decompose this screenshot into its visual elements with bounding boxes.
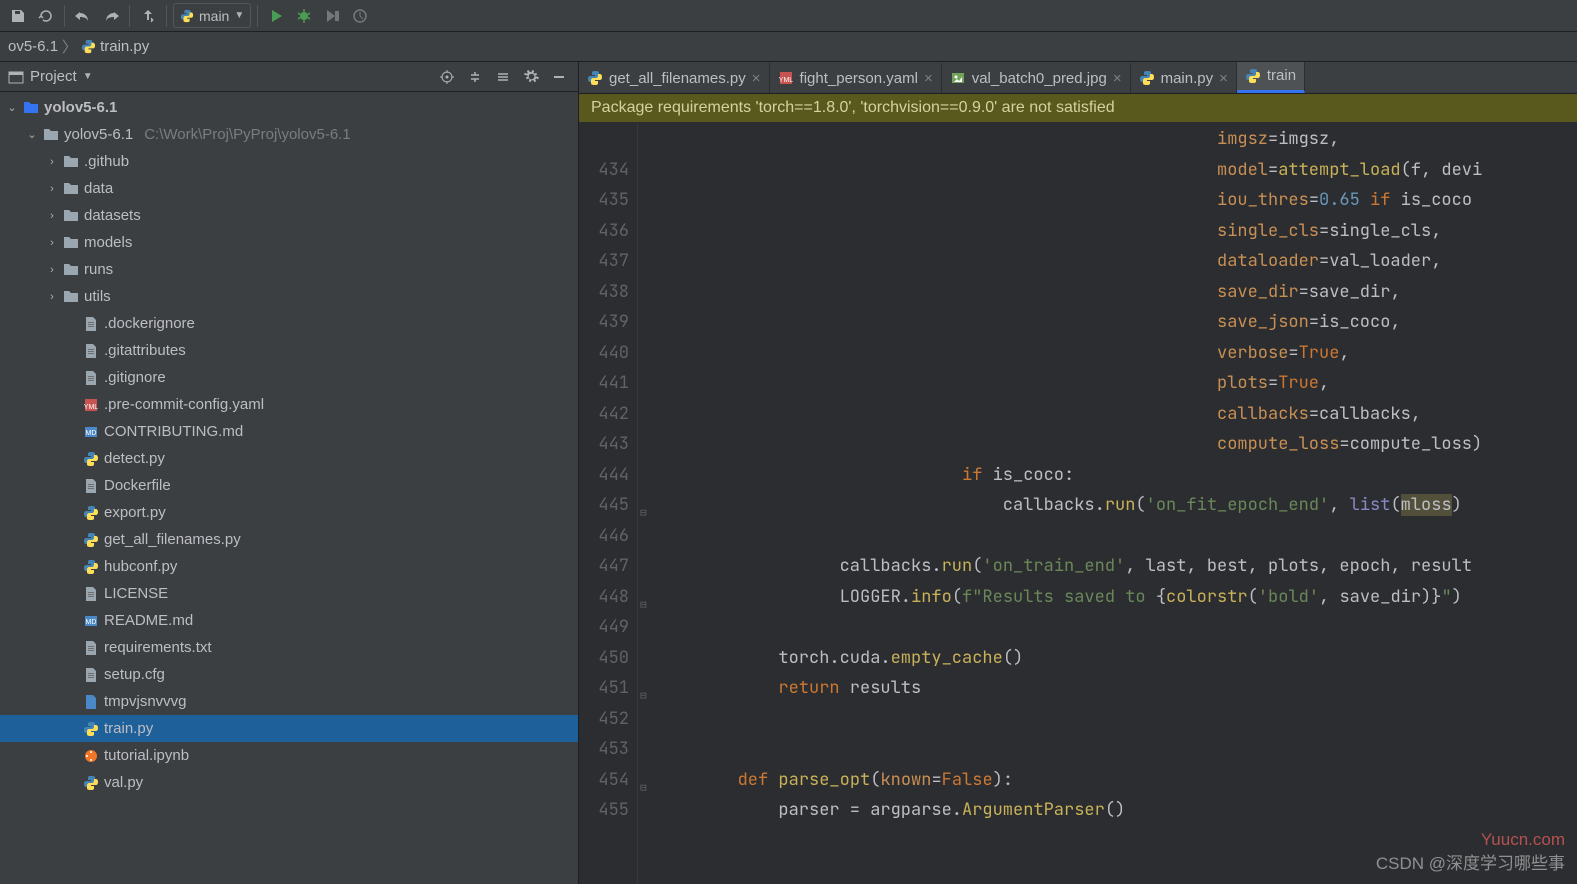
refresh-icon[interactable] [34, 4, 58, 28]
editor-tab[interactable]: val_batch0_pred.jpg× [942, 63, 1131, 93]
tree-node[interactable]: ›.github [0, 148, 578, 175]
vcs-checkout-icon[interactable] [136, 4, 160, 28]
close-icon[interactable]: × [752, 70, 761, 87]
tree-node[interactable]: train.py [0, 715, 578, 742]
run-coverage-icon[interactable] [320, 4, 344, 28]
chevron-right-icon: 〉 [62, 36, 77, 57]
tree-node[interactable]: ⌄yolov5-6.1 [0, 94, 578, 121]
locate-icon[interactable] [436, 66, 458, 88]
navigation-bar: ov5-6.1 〉 train.py [0, 32, 1577, 62]
editor-tab[interactable]: YMLfight_person.yaml× [770, 63, 942, 93]
gear-icon[interactable] [520, 66, 542, 88]
tree-node[interactable]: LICENSE [0, 580, 578, 607]
tree-node[interactable]: MDREADME.md [0, 607, 578, 634]
fold-marker[interactable]: ⊟ [640, 590, 647, 621]
tree-node[interactable]: detect.py [0, 445, 578, 472]
project-tree[interactable]: ⌄yolov5-6.1⌄yolov5-6.1C:\Work\Proj\PyPro… [0, 92, 578, 884]
run-config-name: main [199, 8, 229, 24]
watermark-top: Yuucn.com [1481, 830, 1565, 850]
editor-tab[interactable]: train [1237, 62, 1305, 93]
tree-node[interactable]: ›models [0, 229, 578, 256]
editor-tabs: get_all_filenames.py×YMLfight_person.yam… [579, 62, 1577, 94]
close-icon[interactable]: × [1113, 70, 1122, 87]
fold-marker[interactable]: ⊟ [640, 681, 647, 712]
chevron-down-icon[interactable]: ▼ [83, 71, 93, 82]
tree-node[interactable]: ›runs [0, 256, 578, 283]
tree-node[interactable]: setup.cfg [0, 661, 578, 688]
save-icon[interactable] [6, 4, 30, 28]
tree-node[interactable]: get_all_filenames.py [0, 526, 578, 553]
tree-node[interactable]: ›utils [0, 283, 578, 310]
tree-node[interactable]: requirements.txt [0, 634, 578, 661]
hide-icon[interactable] [548, 66, 570, 88]
chevron-down-icon: ▼ [234, 10, 244, 21]
watermark-bottom: CSDN @深度学习哪些事 [1376, 849, 1565, 874]
svg-text:MD: MD [86, 619, 97, 626]
tree-node[interactable]: ›datasets [0, 202, 578, 229]
tree-node[interactable]: val.py [0, 769, 578, 796]
tree-node[interactable]: .gitignore [0, 364, 578, 391]
undo-icon[interactable] [71, 4, 95, 28]
tree-node[interactable]: ›data [0, 175, 578, 202]
fold-marker[interactable]: ⊟ [640, 773, 647, 804]
tree-node[interactable]: tutorial.ipynb [0, 742, 578, 769]
svg-text:YML: YML [778, 77, 793, 84]
editor-tab[interactable]: main.py× [1131, 63, 1237, 93]
svg-text:MD: MD [86, 430, 97, 437]
project-title: Project [30, 68, 77, 85]
profile-icon[interactable] [348, 4, 372, 28]
tree-node[interactable]: .gitattributes [0, 337, 578, 364]
project-icon [8, 69, 24, 85]
code-editor[interactable]: 4344354364374384394404414424434444454464… [579, 123, 1577, 884]
project-tool-window: Project ▼ ⌄yolov5-6.1⌄yolov5-6.1C:\Work\… [0, 62, 579, 884]
python-file-icon [81, 39, 96, 54]
run-config-selector[interactable]: main ▼ [173, 3, 251, 28]
line-number-gutter: 4344354364374384394404414424434444454464… [579, 123, 638, 884]
breadcrumb-seg-0[interactable]: ov5-6.1 [8, 38, 58, 55]
tree-node[interactable]: export.py [0, 499, 578, 526]
debug-icon[interactable] [292, 4, 316, 28]
tree-node[interactable]: ⌄yolov5-6.1C:\Work\Proj\PyProj\yolov5-6.… [0, 121, 578, 148]
fold-column[interactable]: ⊟ ⊟ ⊟ ⊟ [638, 123, 656, 884]
tree-node[interactable]: hubconf.py [0, 553, 578, 580]
close-icon[interactable]: × [1219, 70, 1228, 87]
tree-node[interactable]: .dockerignore [0, 310, 578, 337]
tree-node[interactable]: YML.pre-commit-config.yaml [0, 391, 578, 418]
main-toolbar: main ▼ [0, 0, 1577, 32]
close-icon[interactable]: × [924, 70, 933, 87]
redo-icon[interactable] [99, 4, 123, 28]
tree-node[interactable]: Dockerfile [0, 472, 578, 499]
run-icon[interactable] [264, 4, 288, 28]
editor-content[interactable]: imgsz=imgsz, model=attempt_load(f, devi … [656, 123, 1577, 884]
tree-node[interactable]: MDCONTRIBUTING.md [0, 418, 578, 445]
collapse-all-icon[interactable] [492, 66, 514, 88]
fold-marker[interactable]: ⊟ [640, 498, 647, 529]
editor-tab[interactable]: get_all_filenames.py× [579, 63, 770, 93]
tree-node[interactable]: tmpvjsnvvvg [0, 688, 578, 715]
svg-text:YML: YML [84, 404, 99, 411]
project-header: Project ▼ [0, 62, 578, 92]
breadcrumb-seg-1[interactable]: train.py [100, 38, 149, 55]
expand-all-icon[interactable] [464, 66, 486, 88]
package-requirements-banner[interactable]: Package requirements 'torch==1.8.0', 'to… [579, 94, 1577, 123]
editor-pane: get_all_filenames.py×YMLfight_person.yam… [579, 62, 1577, 884]
